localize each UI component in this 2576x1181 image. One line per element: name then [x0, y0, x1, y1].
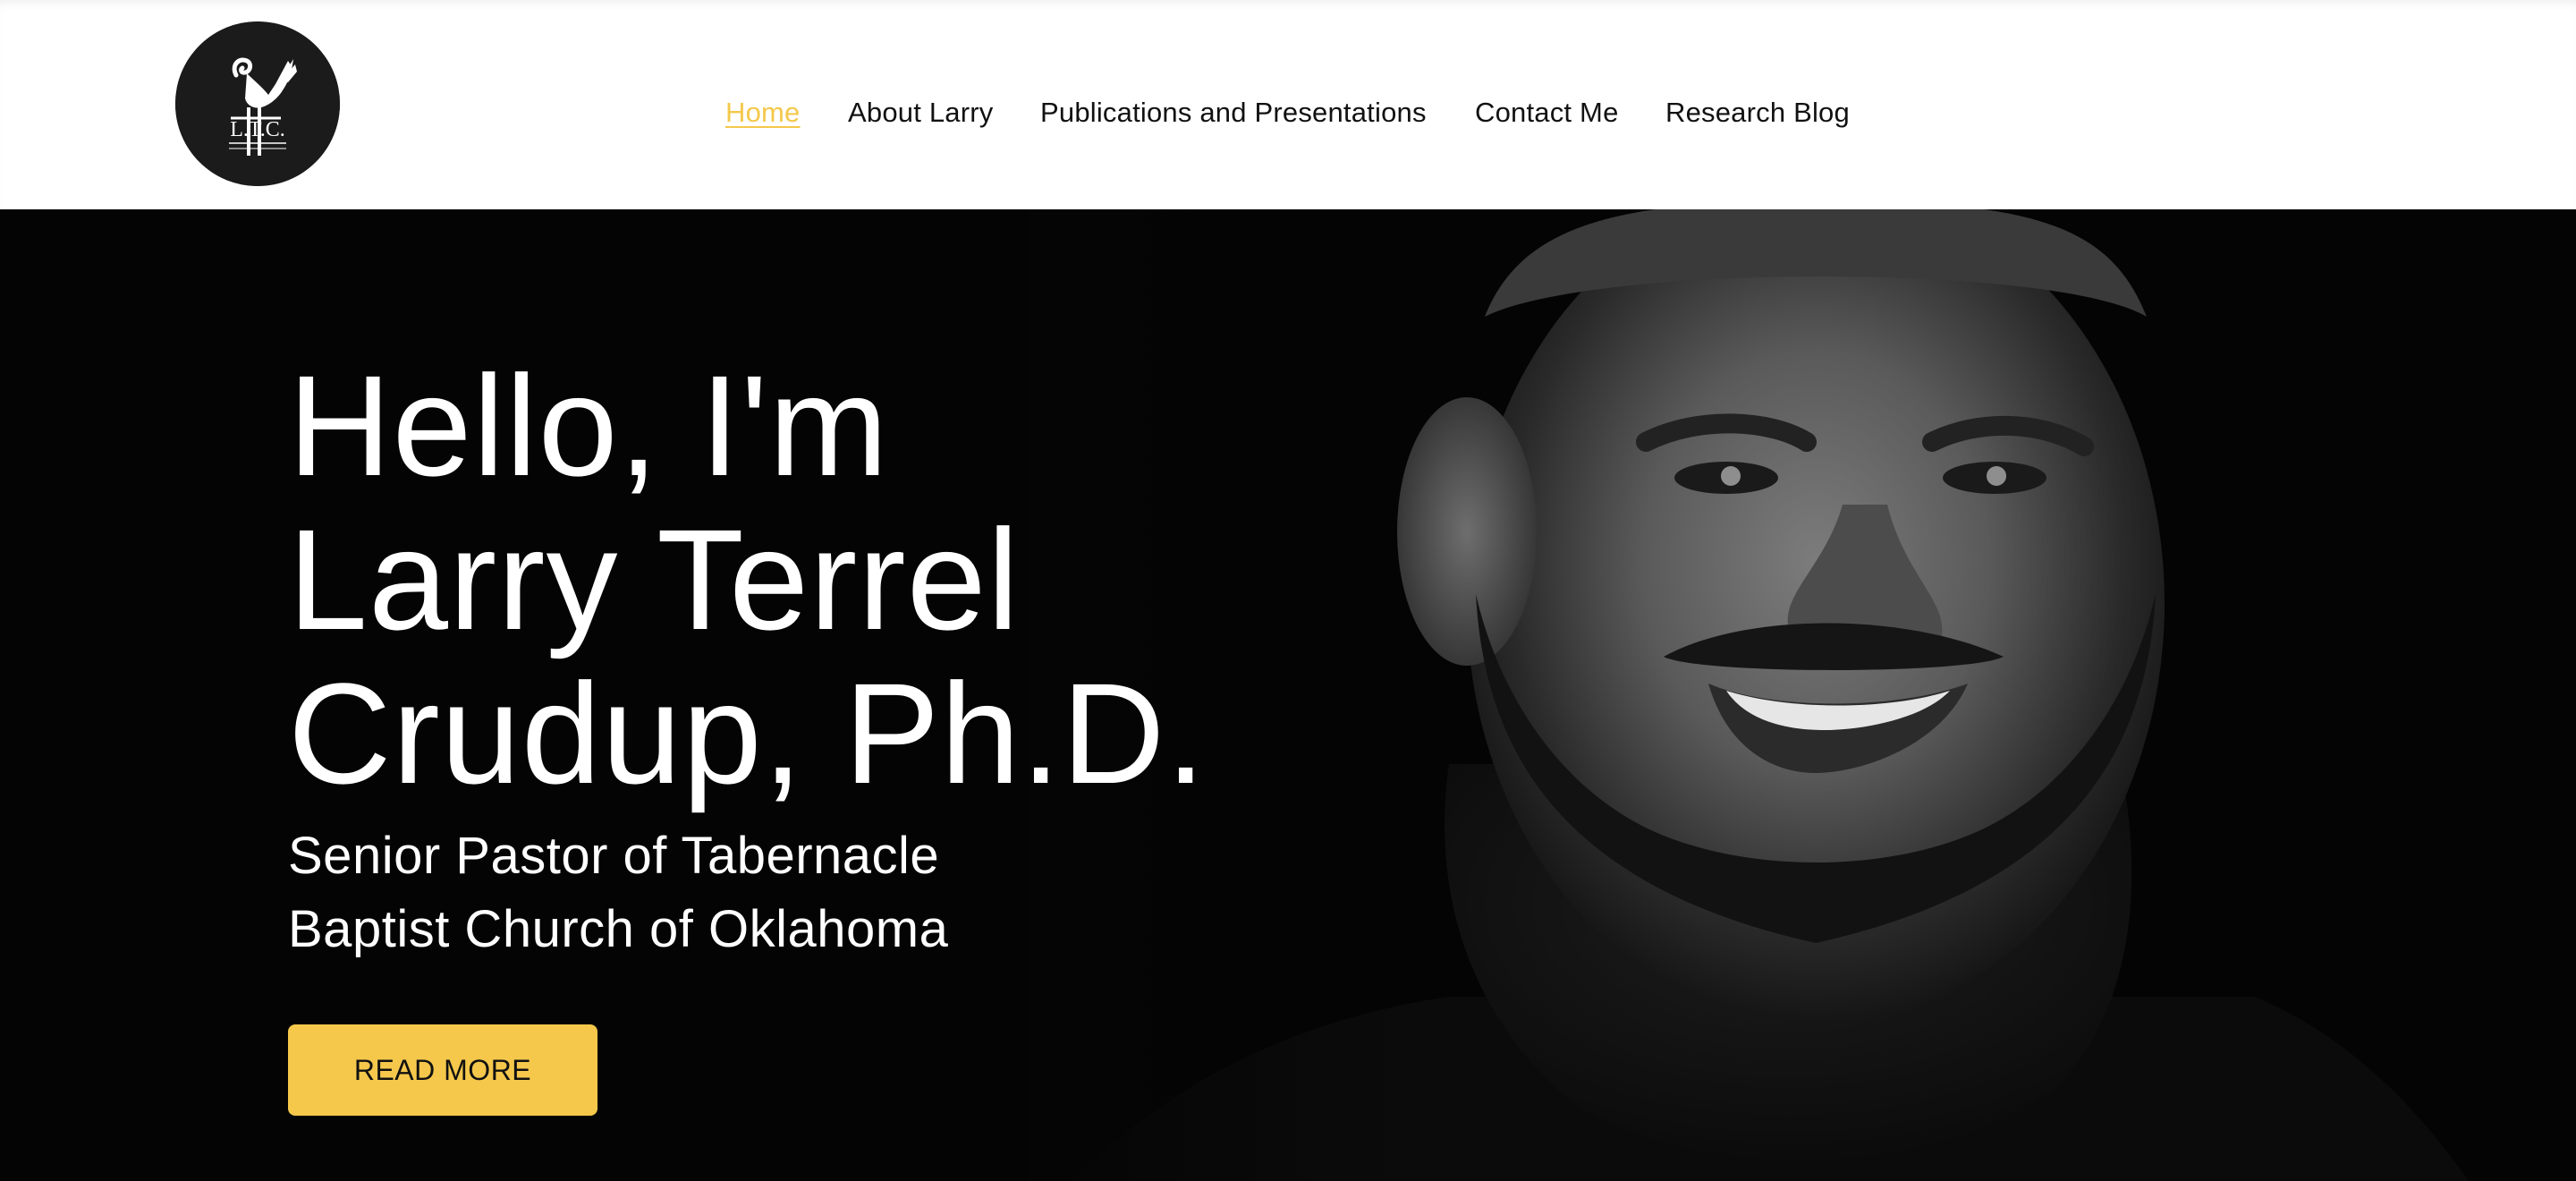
nav-publications-and-presentations[interactable]: Publications and Presentations [1040, 95, 1427, 131]
hero-section: Hello, I'm Larry Terrel Crudup, Ph.D. Se… [0, 209, 2576, 1181]
hero-subtitle-line: Baptist Church of Oklahoma [288, 900, 949, 958]
hero-heading-line: Hello, I'm [288, 345, 889, 506]
site-logo[interactable]: L.T.C. [175, 21, 340, 186]
nav-contact-me[interactable]: Contact Me [1475, 95, 1619, 131]
hero-heading: Hello, I'm Larry Terrel Crudup, Ph.D. [288, 349, 1207, 811]
hero-subtitle-line: Senior Pastor of Tabernacle [288, 827, 940, 885]
hero-heading-line: Crudup, Ph.D. [288, 653, 1207, 813]
sankofa-bird-icon: L.T.C. [175, 21, 340, 186]
hero-text-block: Hello, I'm Larry Terrel Crudup, Ph.D. Se… [288, 349, 1207, 966]
read-more-button[interactable]: READ MORE [288, 1024, 597, 1116]
logo-text: L.T.C. [230, 118, 285, 141]
hero-heading-line: Larry Terrel [288, 499, 1021, 659]
hero-subtitle: Senior Pastor of Tabernacle Baptist Chur… [288, 820, 1207, 966]
main-nav: Home About Larry Publications and Presen… [0, 0, 2576, 209]
nav-about-larry[interactable]: About Larry [848, 95, 993, 131]
site-header: L.T.C. Home About Larry Publications and… [0, 0, 2576, 209]
nav-research-blog[interactable]: Research Blog [1665, 95, 1850, 131]
nav-home[interactable]: Home [725, 95, 801, 131]
